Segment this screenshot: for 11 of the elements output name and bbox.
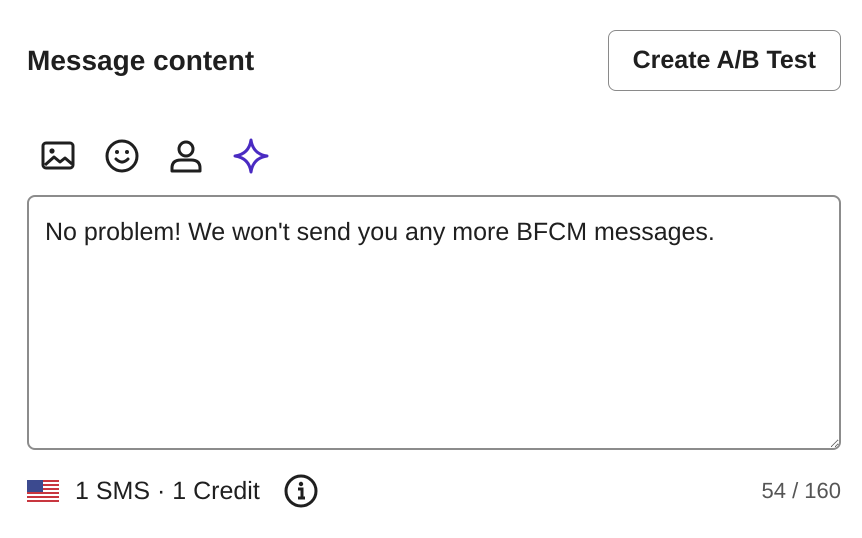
person-icon[interactable] <box>169 139 203 173</box>
emoji-icon[interactable] <box>105 139 139 173</box>
us-flag-icon <box>27 480 59 502</box>
create-ab-test-button[interactable]: Create A/B Test <box>608 30 841 91</box>
sms-credit-count: 1 SMS · 1 Credit <box>75 476 260 506</box>
image-icon[interactable] <box>41 141 75 171</box>
info-icon[interactable] <box>284 474 318 508</box>
message-input[interactable]: No problem! We won't send you any more BFCM messages. <box>27 195 841 450</box>
sparkle-icon[interactable] <box>233 138 269 174</box>
section-title: Message content <box>27 44 254 76</box>
character-count: 54 / 160 <box>761 478 841 504</box>
